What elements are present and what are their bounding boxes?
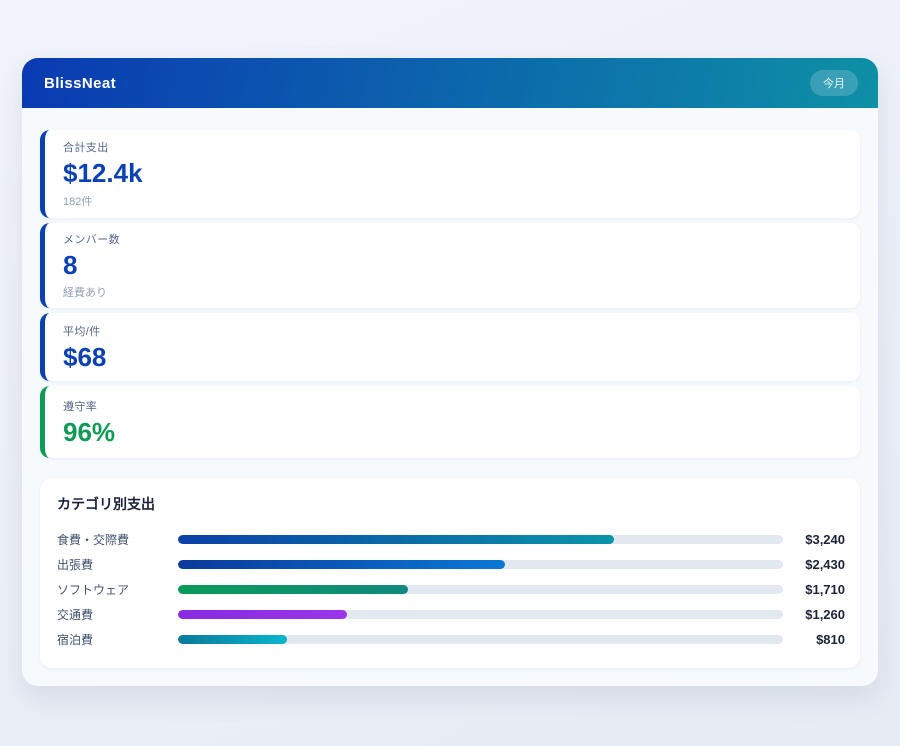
category-bar-track <box>178 635 783 644</box>
category-amount: $2,430 <box>783 557 845 572</box>
category-bar-fill <box>178 635 287 644</box>
category-bar-fill <box>178 560 505 569</box>
stat-sub: 182件 <box>63 193 842 209</box>
category-row-food: 食費・交際費 $3,240 <box>57 527 845 552</box>
dashboard-content: 合計支出 $12.4k 182件 メンバー数 8 経費あり 平均/件 $68 遵… <box>22 108 878 668</box>
category-row-business-trip: 出張費 $2,430 <box>57 552 845 577</box>
category-amount: $1,710 <box>783 582 845 597</box>
category-amount: $1,260 <box>783 607 845 622</box>
category-label: 宿泊費 <box>57 631 178 648</box>
category-row-transport: 交通費 $1,260 <box>57 602 845 627</box>
category-breakdown-card: カテゴリ別支出 食費・交際費 $3,240 出張費 $2,430 ソフトウェア <box>40 478 860 668</box>
stat-label: 平均/件 <box>63 323 842 339</box>
category-section-title: カテゴリ別支出 <box>57 494 845 514</box>
category-label: ソフトウェア <box>57 581 178 598</box>
category-amount: $810 <box>783 632 845 647</box>
category-bar-fill <box>178 610 347 619</box>
stat-value: 8 <box>63 251 842 280</box>
period-badge-button[interactable]: 今月 <box>810 70 858 96</box>
stat-value: $68 <box>63 343 842 372</box>
stat-card-average-per-item: 平均/件 $68 <box>40 313 860 381</box>
category-label: 出張費 <box>57 556 178 573</box>
category-row-lodging: 宿泊費 $810 <box>57 627 845 652</box>
category-bar-track <box>178 535 783 544</box>
stat-value: $12.4k <box>63 159 842 188</box>
stat-card-total-spend: 合計支出 $12.4k 182件 <box>40 130 860 218</box>
stat-label: 合計支出 <box>63 139 842 155</box>
stat-card-member-count: メンバー数 8 経費あり <box>40 223 860 308</box>
stat-card-compliance-rate: 遵守率 96% <box>40 386 860 458</box>
category-bar-track <box>178 610 783 619</box>
app-header: BlissNeat 今月 <box>22 58 878 108</box>
app-title: BlissNeat <box>44 75 116 92</box>
category-bar-fill <box>178 535 614 544</box>
stat-label: メンバー数 <box>63 231 842 247</box>
category-bar-track <box>178 560 783 569</box>
stat-label: 遵守率 <box>63 398 842 414</box>
category-bar-track <box>178 585 783 594</box>
dashboard-container: BlissNeat 今月 合計支出 $12.4k 182件 メンバー数 8 経費… <box>22 58 878 686</box>
stat-sub: 経費あり <box>63 284 842 300</box>
category-amount: $3,240 <box>783 532 845 547</box>
category-row-software: ソフトウェア $1,710 <box>57 577 845 602</box>
category-label: 交通費 <box>57 606 178 623</box>
category-bar-fill <box>178 585 408 594</box>
category-label: 食費・交際費 <box>57 531 178 548</box>
stat-value: 96% <box>63 418 842 447</box>
